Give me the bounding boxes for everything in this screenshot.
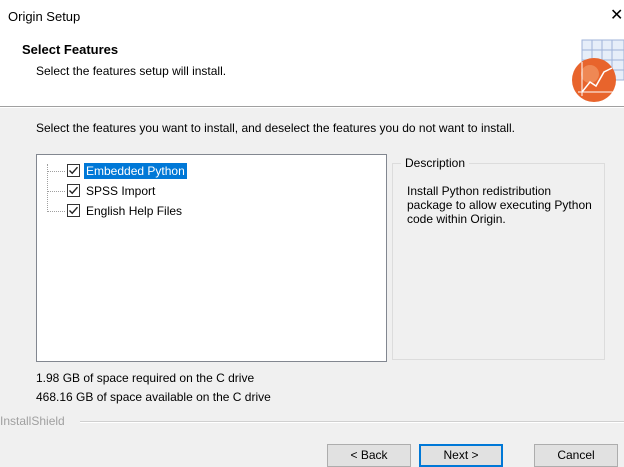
feature-item-spss-import[interactable]: SPSS Import xyxy=(37,182,337,200)
feature-item-english-help-files[interactable]: English Help Files xyxy=(37,202,337,220)
back-button[interactable]: < Back xyxy=(327,444,411,467)
feature-checkbox-embedded-python[interactable] xyxy=(67,164,80,177)
window-title: Origin Setup xyxy=(8,9,81,24)
tree-connector xyxy=(47,171,65,172)
description-group: Description Install Python redistributio… xyxy=(392,156,605,360)
checkmark-icon xyxy=(69,206,79,215)
page-title: Select Features xyxy=(22,42,119,57)
wizard-header: Select Features Select the features setu… xyxy=(0,34,624,107)
origin-logo-icon xyxy=(572,39,624,102)
feature-checkbox-english-help-files[interactable] xyxy=(67,204,80,217)
checkmark-icon xyxy=(69,186,79,195)
title-bar: Origin Setup ✕ xyxy=(0,0,624,34)
feature-label[interactable]: Embedded Python xyxy=(84,163,187,179)
cancel-button[interactable]: Cancel xyxy=(534,444,618,467)
space-available-text: 468.16 GB of space available on the C dr… xyxy=(36,390,271,404)
feature-label[interactable]: SPSS Import xyxy=(84,183,157,199)
header-divider xyxy=(0,107,624,108)
feature-label[interactable]: English Help Files xyxy=(84,203,184,219)
instruction-text: Select the features you want to install,… xyxy=(36,121,515,135)
feature-tree[interactable]: Embedded Python SPSS Import English Help… xyxy=(36,154,387,362)
installshield-brand: InstallShield xyxy=(0,414,65,428)
description-legend: Description xyxy=(401,156,470,170)
tree-connector xyxy=(47,211,65,212)
description-text: Install Python redistribution package to… xyxy=(407,184,592,226)
footer-divider xyxy=(80,421,624,423)
page-subtitle: Select the features setup will install. xyxy=(36,64,227,78)
feature-checkbox-spss-import[interactable] xyxy=(67,184,80,197)
feature-item-embedded-python[interactable]: Embedded Python xyxy=(37,162,337,180)
tree-connector xyxy=(47,191,65,192)
space-required-text: 1.98 GB of space required on the C drive xyxy=(36,371,255,385)
close-icon[interactable]: ✕ xyxy=(610,6,624,26)
checkmark-icon xyxy=(69,166,79,175)
next-button[interactable]: Next > xyxy=(419,444,503,467)
